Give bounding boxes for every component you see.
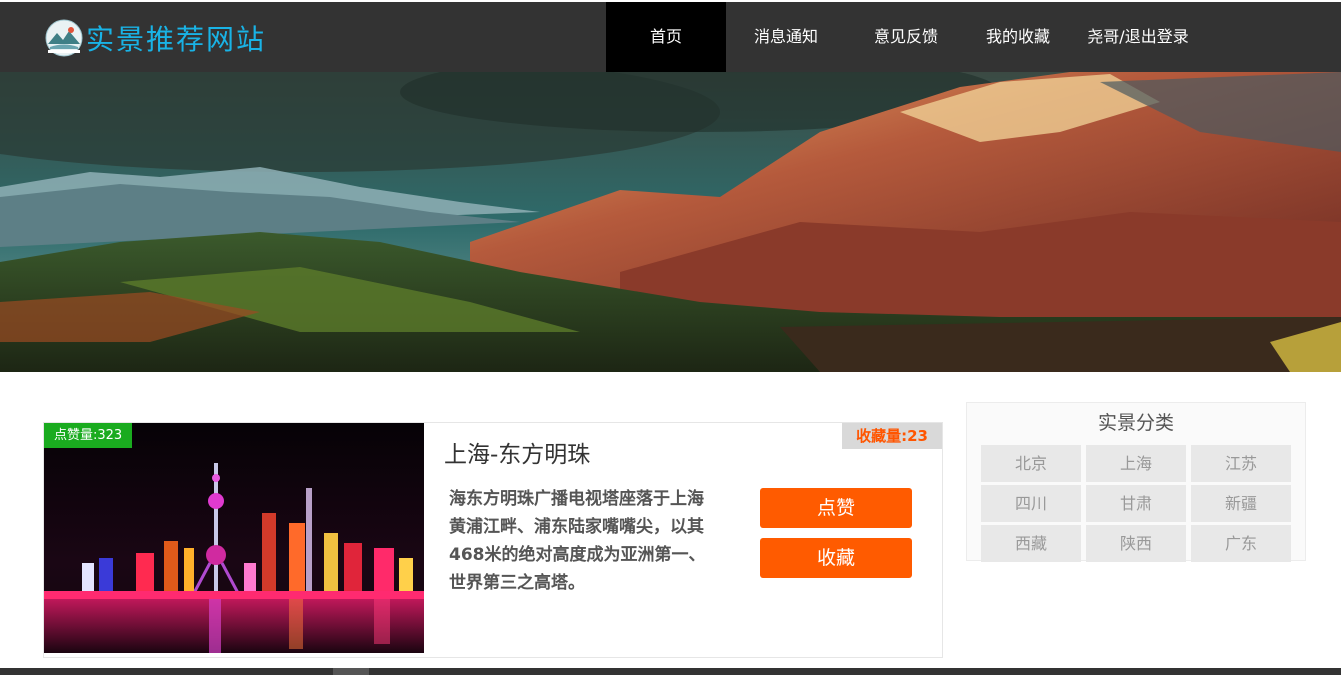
oriental-pearl-tower-night-photo[interactable]: 点赞量:323 [44, 423, 424, 653]
category-gansu[interactable]: 甘肃 [1086, 485, 1186, 522]
category-guangdong[interactable]: 广东 [1191, 525, 1291, 562]
like-button[interactable]: 点赞 [760, 488, 912, 528]
category-sichuan[interactable]: 四川 [981, 485, 1081, 522]
like-count-badge: 点赞量:323 [44, 423, 133, 448]
top-header: 实景推荐网站 首页 消息通知 意见反馈 我的收藏 尧哥/退出登录 [0, 2, 1341, 72]
category-jiangsu[interactable]: 江苏 [1191, 445, 1291, 482]
nav-favorites[interactable]: 我的收藏 [966, 2, 1070, 72]
category-beijing[interactable]: 北京 [981, 445, 1081, 482]
nav-notifications[interactable]: 消息通知 [726, 2, 846, 72]
category-grid: 北京 上海 江苏 四川 甘肃 新疆 西藏 陕西 广东 [981, 445, 1293, 562]
card-photo [44, 423, 424, 653]
category-xizang[interactable]: 西藏 [981, 525, 1081, 562]
nav-feedback[interactable]: 意见反馈 [846, 2, 966, 72]
card-description: 海东方明珠广播电视塔座落于上海黄浦江畔、浦东陆家嘴嘴尖，以其468米的绝对高度成… [449, 489, 706, 593]
category-panel: 实景分类 北京 上海 江苏 四川 甘肃 新疆 西藏 陕西 广东 [966, 402, 1306, 562]
site-logo[interactable]: 实景推荐网站 [44, 18, 266, 58]
landscape-logo-icon [45, 19, 83, 57]
category-shaanxi[interactable]: 陕西 [1086, 525, 1186, 562]
nav-user-logout[interactable]: 尧哥/退出登录 [1070, 2, 1206, 72]
footer-bar [0, 668, 1341, 675]
category-shanghai[interactable]: 上海 [1086, 445, 1186, 482]
banner-image [0, 72, 1341, 372]
category-xinjiang[interactable]: 新疆 [1191, 485, 1291, 522]
favorite-button[interactable]: 收藏 [760, 538, 912, 578]
mountain-landscape-banner [0, 72, 1341, 372]
site-title: 实景推荐网站 [86, 23, 267, 56]
main-nav: 首页 消息通知 意见反馈 我的收藏 尧哥/退出登录 [606, 2, 1206, 72]
nav-home[interactable]: 首页 [606, 2, 726, 72]
card-title[interactable]: 上海-东方明珠 [444, 435, 590, 469]
footer-indicator [333, 668, 369, 675]
category-panel-title: 实景分类 [1097, 412, 1174, 434]
favorite-count-badge: 收藏量:23 [842, 423, 942, 449]
scenic-card: 点赞量:323 收藏量:23 上海-东方明珠 海东方明珠广播电视塔座落于上海黄浦… [43, 422, 943, 658]
